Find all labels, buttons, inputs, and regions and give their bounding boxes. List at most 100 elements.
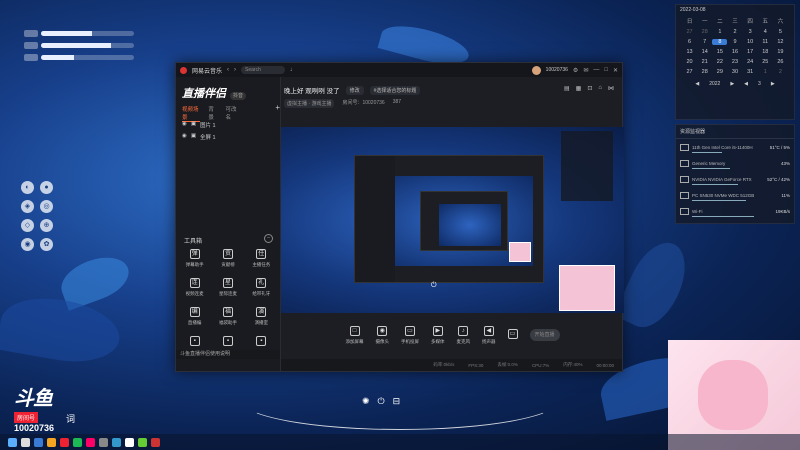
taskbar-app-icon[interactable] (86, 437, 95, 447)
calendar-day[interactable]: 13 (682, 49, 697, 55)
calendar-day[interactable]: 1 (758, 69, 773, 75)
bottom-tool[interactable]: ♪ 麦克风 (457, 325, 470, 345)
tool-item[interactable]: 连视频连麦 (178, 278, 211, 297)
edit-title-button[interactable]: 修改 (345, 85, 364, 95)
next-month-icon[interactable]: ▶ (771, 81, 775, 87)
calendar-day[interactable]: 26 (773, 59, 788, 65)
calendar-day[interactable]: 24 (743, 59, 758, 65)
calendar-day[interactable]: 16 (727, 49, 742, 55)
calendar-day[interactable]: 3 (743, 29, 758, 35)
tool-item[interactable]: 礼给带礼牙 (245, 278, 278, 297)
taskbar-app-icon[interactable] (73, 437, 82, 447)
tool-item[interactable]: 演演播室 (245, 307, 278, 326)
app-icon[interactable]: ◎ (40, 200, 53, 213)
bottom-tool[interactable]: □ 添加屏幕 (346, 325, 364, 345)
calendar-day[interactable]: 20 (682, 59, 697, 65)
app-icon[interactable]: ◈ (21, 200, 34, 213)
notice-bar[interactable]: 斗鱼直播伴侣使用说明 (176, 350, 280, 359)
tool-item[interactable]: ▪ (178, 336, 211, 349)
taskbar-app-icon[interactable] (99, 437, 108, 447)
app-icon[interactable]: ⊕ (40, 219, 53, 232)
calendar-day[interactable]: 22 (712, 59, 727, 65)
lock-icon[interactable]: ▣ (191, 133, 196, 141)
minimize-icon[interactable]: — (593, 67, 599, 73)
calendar-day[interactable]: 2 (727, 29, 742, 35)
calendar-day[interactable]: 30 (727, 69, 742, 75)
calendar-day[interactable]: 25 (758, 59, 773, 65)
lock-icon[interactable]: ▣ (191, 121, 196, 129)
share-icon[interactable]: ⋈ (608, 85, 614, 92)
source-item[interactable]: ◉ ▣ 全屏 1 (182, 133, 216, 141)
calendar-day[interactable]: 18 (758, 49, 773, 55)
calendar-day[interactable]: 28 (697, 69, 712, 75)
app-icon[interactable]: ◉ (21, 238, 34, 251)
calendar-day[interactable]: 19 (773, 49, 788, 55)
start-icon[interactable] (8, 437, 17, 447)
mail-icon[interactable]: ✉ (583, 67, 588, 74)
calendar-day[interactable]: 11 (758, 39, 773, 45)
calendar-day[interactable]: 10 (743, 39, 758, 45)
bottom-tool[interactable]: ◉ 摄像头 (376, 325, 389, 345)
home-icon[interactable]: ⌂ (598, 85, 602, 92)
taskbar-app-icon[interactable] (112, 437, 121, 447)
calendar-day[interactable]: 27 (682, 69, 697, 75)
calendar-day[interactable]: 31 (743, 69, 758, 75)
taskbar-app-icon[interactable] (34, 437, 43, 447)
calendar-day[interactable]: 29 (712, 69, 727, 75)
back-icon[interactable]: ‹ (227, 67, 229, 73)
calendar-day[interactable]: 1 (712, 29, 727, 35)
tool-item[interactable]: ▪ (211, 336, 244, 349)
bottom-tool[interactable]: ◀ 扬声器 (482, 325, 496, 345)
add-scene-icon[interactable]: + (275, 104, 280, 122)
source-item[interactable]: ◉ ▣ 图片 1 (182, 121, 216, 129)
bottom-tool[interactable]: ▶ 多媒体 (431, 325, 445, 345)
calendar-today[interactable]: 8 (712, 39, 728, 45)
taskbar-app-icon[interactable] (138, 437, 147, 447)
power-icon[interactable]: ⏻ (378, 396, 385, 407)
taskbar-app-icon[interactable] (47, 437, 56, 447)
app-icon[interactable]: ● (40, 181, 53, 194)
close-icon[interactable]: ✕ (613, 67, 618, 74)
calendar-day[interactable]: 15 (712, 49, 727, 55)
tool-item[interactable]: ▪ (245, 336, 278, 349)
next-year-icon[interactable]: ▶ (730, 81, 734, 87)
tab-scene-background[interactable]: 背景 (208, 105, 217, 122)
settings-icon[interactable]: ⚙ (573, 67, 578, 74)
taskbar-app-icon[interactable] (151, 437, 160, 447)
recycle-icon[interactable]: ⊟ (393, 396, 401, 407)
tool-item[interactable]: 弹弹幕助手 (178, 249, 211, 268)
tool-item[interactable]: 福福袋助手 (211, 307, 244, 326)
calendar-day[interactable]: 28 (697, 29, 712, 35)
brightness-icon[interactable]: ✺ (362, 396, 370, 407)
go-live-button[interactable]: 开始直播 (529, 329, 560, 341)
title-hint-chip[interactable]: #选择适合您的标题 (369, 85, 421, 95)
eye-icon[interactable]: ◉ (182, 121, 187, 129)
maximize-icon[interactable]: □ (604, 67, 608, 73)
delete-icon[interactable]: ▤ (564, 85, 570, 92)
bottom-tool[interactable]: ▭ 手机投屏 (401, 325, 419, 345)
calendar-day[interactable]: 23 (727, 59, 742, 65)
tool-item[interactable]: 贡贡献榜 (211, 249, 244, 268)
tool-item[interactable]: 编直播编 (178, 307, 211, 326)
calendar-day[interactable]: 2 (773, 69, 788, 75)
calendar-day[interactable]: 17 (743, 49, 758, 55)
collapse-icon[interactable]: – (264, 234, 273, 243)
prev-month-icon[interactable]: ◀ (744, 81, 748, 87)
stream-preview[interactable]: ⏻ (281, 127, 624, 313)
crop-icon[interactable]: ⊡ (587, 85, 592, 92)
tool-item[interactable]: 星星际连麦 (211, 278, 244, 297)
calendar-day[interactable]: 27 (682, 29, 697, 35)
calendar-day[interactable]: 6 (682, 39, 697, 45)
calendar-day[interactable]: 12 (773, 39, 788, 45)
calendar-day[interactable]: 14 (697, 49, 712, 55)
calendar-day[interactable]: 21 (697, 59, 712, 65)
tab-scene-rename[interactable]: 可改名 (226, 105, 240, 122)
tab-scene-video[interactable]: 视频场景 (182, 105, 201, 122)
app-icon[interactable]: ✿ (40, 238, 53, 251)
calendar-day[interactable]: 5 (773, 29, 788, 35)
mic-icon[interactable]: ♩ (290, 67, 296, 73)
avatar[interactable] (531, 65, 541, 75)
eye-icon[interactable]: ◉ (182, 133, 187, 141)
calendar-day[interactable]: 4 (758, 29, 773, 35)
category-chip[interactable]: 虚拟主播 · 游戏主播 (284, 99, 335, 108)
